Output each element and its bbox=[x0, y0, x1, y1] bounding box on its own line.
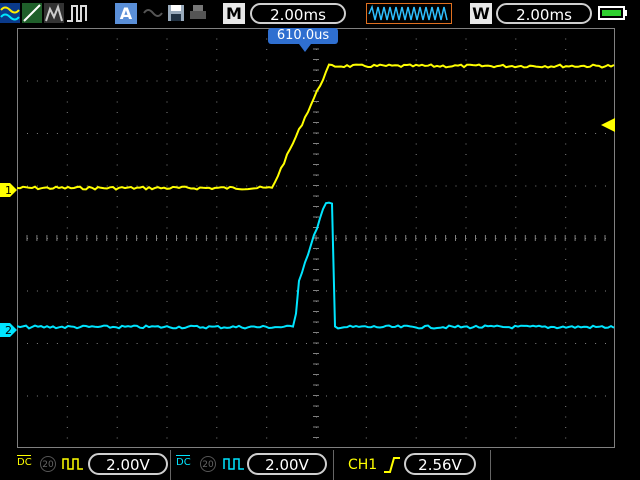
ch2-bw-limit[interactable]: 20 bbox=[200, 456, 216, 472]
ch1-coupling-label: DC bbox=[17, 457, 32, 468]
ch1-bw-limit[interactable]: 20 bbox=[40, 456, 56, 472]
memory-waveform-icon bbox=[368, 4, 448, 21]
trigger-level[interactable]: 2.56V bbox=[404, 453, 476, 475]
ch2-coupling-label: DC bbox=[176, 457, 191, 468]
ref-waveform-icon[interactable] bbox=[143, 3, 163, 23]
ch1-wave-icon bbox=[62, 458, 83, 470]
persistence-icon[interactable] bbox=[44, 3, 64, 23]
ch2-scale[interactable]: 2.00V bbox=[247, 453, 327, 475]
ch1-scale[interactable]: 2.00V bbox=[88, 453, 168, 475]
rising-edge-icon[interactable] bbox=[383, 456, 401, 474]
cursor-line-icon[interactable] bbox=[22, 3, 42, 23]
status-bar: A M 2.00ms W 2.00ms bbox=[0, 0, 640, 28]
divider bbox=[170, 450, 171, 480]
pulse-icon[interactable] bbox=[66, 3, 88, 23]
channel-status-bar: DC 20 2.00V DC 20 2.00V CH1 2.56V bbox=[0, 450, 640, 480]
mode-letter: M bbox=[223, 3, 245, 24]
window-letter: W bbox=[470, 3, 492, 24]
trigger-source[interactable]: CH1 bbox=[348, 455, 377, 475]
divider bbox=[490, 450, 491, 480]
ch2-wave-icon bbox=[223, 458, 244, 470]
ch1-marker[interactable]: 1 bbox=[0, 183, 17, 197]
trigger-level-marker[interactable] bbox=[601, 118, 615, 132]
print-icon[interactable] bbox=[188, 3, 208, 23]
auto-icon[interactable]: A bbox=[115, 3, 137, 24]
ch2-marker[interactable]: 2 bbox=[0, 323, 17, 337]
ch1-marker-label: 1 bbox=[5, 184, 12, 197]
trigger-time-label[interactable]: 610.0us bbox=[268, 28, 338, 44]
save-disk-icon[interactable] bbox=[166, 3, 186, 23]
trigger-position-arrow bbox=[299, 44, 311, 52]
timebase-display[interactable]: 2.00ms bbox=[250, 3, 346, 24]
divider bbox=[333, 450, 334, 480]
waveform-display[interactable] bbox=[17, 28, 615, 448]
ch1-coupling[interactable]: DC bbox=[17, 455, 32, 468]
window-timebase-display[interactable]: 2.00ms bbox=[496, 3, 592, 24]
measure-waveform-icon[interactable] bbox=[0, 3, 20, 23]
battery-icon bbox=[598, 6, 627, 20]
ch2-coupling[interactable]: DC bbox=[176, 455, 191, 468]
memory-window-indicator[interactable] bbox=[366, 3, 452, 24]
ch2-marker-label: 2 bbox=[5, 324, 12, 337]
